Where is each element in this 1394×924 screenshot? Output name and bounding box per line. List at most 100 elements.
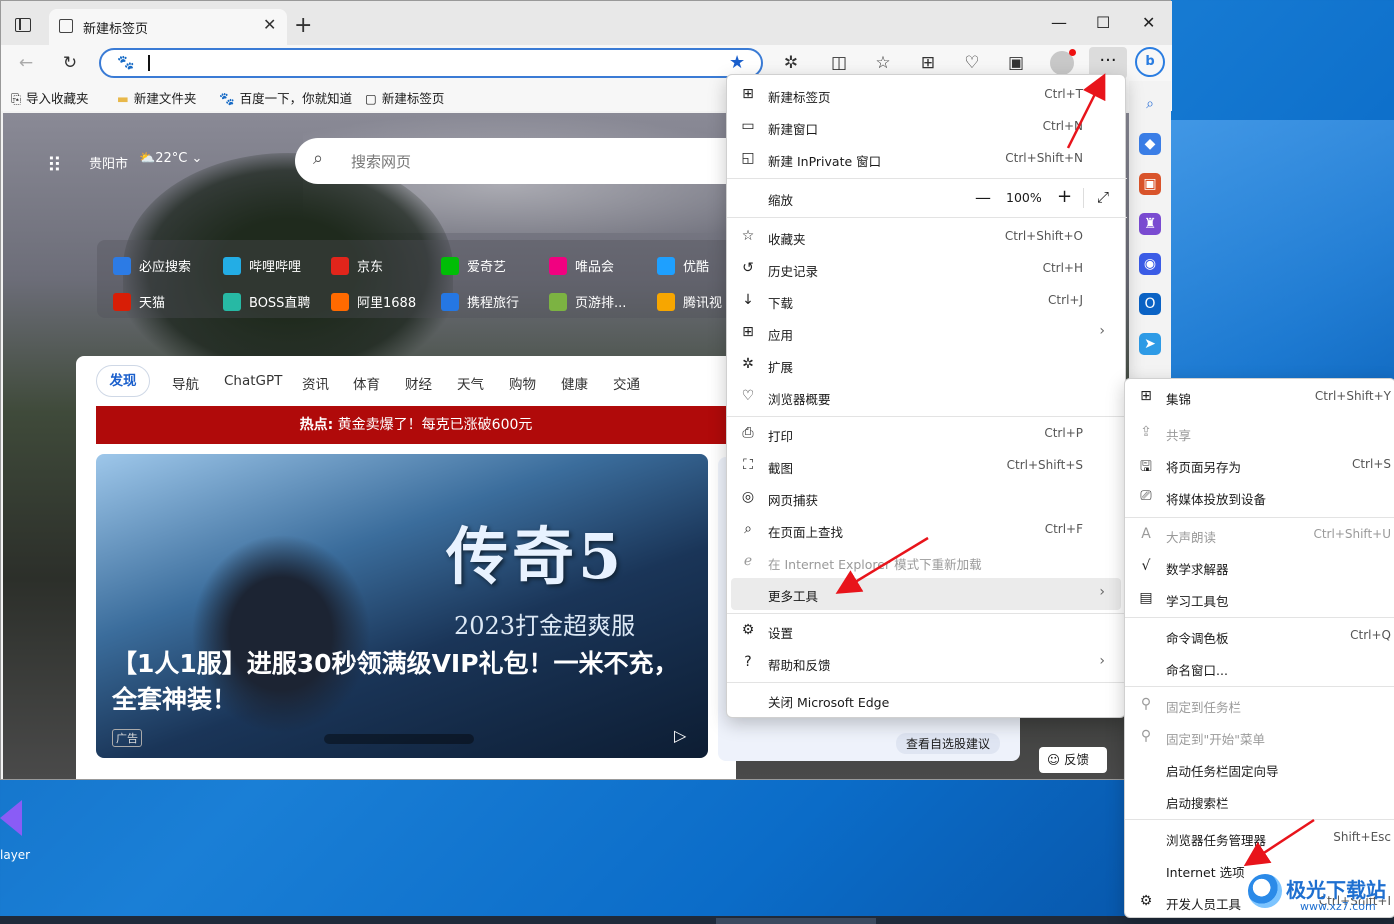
menu-downloads[interactable]: ↓ 下载 Ctrl+J <box>731 285 1121 317</box>
quick-link[interactable]: 腾讯视 <box>657 292 722 311</box>
bookmark-new-tab[interactable]: ▢ 新建标签页 <box>365 88 444 107</box>
sidebar-tools-icon[interactable]: ▣ <box>1139 173 1161 195</box>
bing-copilot-icon[interactable]: b <box>1135 47 1165 77</box>
menu-help[interactable]: ? 帮助和反馈 › <box>731 647 1121 679</box>
menu-find[interactable]: ⌕ 在页面上查找 Ctrl+F <box>731 514 1121 546</box>
feedback-button[interactable]: ☺ 反馈 <box>1039 747 1107 773</box>
menu-close-edge[interactable]: 关闭 Microsoft Edge <box>731 684 1121 716</box>
tab-actions-icon[interactable] <box>15 18 31 32</box>
ad-card[interactable]: 传奇5 2023打金超爽服 【1人1服】进服30秒领满级VIP礼包！一米不充，全… <box>96 454 708 758</box>
quick-link[interactable]: 携程旅行 <box>441 292 519 311</box>
menu-print[interactable]: ⎙ 打印 Ctrl+P <box>731 418 1121 450</box>
avatar[interactable] <box>1050 49 1076 75</box>
submenu-command-palette[interactable]: 命令调色板 Ctrl+Q <box>1129 620 1394 652</box>
menu-history[interactable]: ↺ 历史记录 Ctrl+H <box>731 253 1121 285</box>
menu-new-tab[interactable]: ⊞ 新建标签页 Ctrl+T <box>731 79 1121 111</box>
collections-icon[interactable]: ⊞ <box>917 53 939 73</box>
address-bar[interactable]: 🐾 ★ <box>99 48 763 78</box>
submenu-collections[interactable]: ⊞ 集锦 Ctrl+Shift+Y <box>1129 381 1394 413</box>
zoom-in-button[interactable]: + <box>1057 186 1072 207</box>
sidebar-outlook-icon[interactable]: O <box>1139 293 1161 315</box>
menu-ie-mode: ℯ在 Internet Explorer 模式下重新加载 <box>731 546 1121 578</box>
sidebar-games-icon[interactable]: ♜ <box>1139 213 1161 235</box>
quick-link[interactable]: 优酷 <box>657 256 709 275</box>
desktop-app-icon[interactable]: layer <box>0 796 40 866</box>
play-icon[interactable]: ▷ <box>674 726 686 745</box>
submenu-task-manager[interactable]: 浏览器任务管理器 Shift+Esc <box>1129 822 1394 854</box>
menu-zoom: 缩放 — 100% + ⤢ <box>768 186 1110 208</box>
zoom-out-button[interactable]: — <box>975 188 991 207</box>
weather-widget[interactable]: ⛅22°C ⌄ <box>139 151 202 166</box>
submenu-learning-toolkit[interactable]: ▤ 学习工具包 <box>1129 583 1394 615</box>
sidebar-send-icon[interactable]: ➤ <box>1139 333 1161 355</box>
quick-link[interactable]: 爱奇艺 <box>441 256 506 275</box>
tab-new-tab[interactable]: 新建标签页 ✕ <box>49 9 287 45</box>
sidebar-search-icon[interactable]: ⌕ <box>1139 93 1161 115</box>
minimize-button[interactable]: — <box>1051 13 1067 32</box>
import-icon: ⎘ <box>11 91 22 106</box>
submenu-math-solver[interactable]: √ 数学求解器 <box>1129 551 1394 583</box>
tab-close-icon[interactable]: ✕ <box>263 15 276 34</box>
close-window-button[interactable]: ✕ <box>1142 13 1155 32</box>
stock-advice-button[interactable]: 查看自选股建议 <box>896 733 1001 754</box>
apps-icon: ⊞ <box>742 324 754 340</box>
sidebar-office-icon[interactable]: ◉ <box>1139 253 1161 275</box>
feed-tab[interactable]: 财经 <box>405 373 432 393</box>
bookmark-folder[interactable]: ▬ 新建文件夹 <box>117 88 196 107</box>
quick-link[interactable]: 京东 <box>331 256 383 275</box>
fullscreen-icon[interactable]: ⤢ <box>1097 188 1109 206</box>
bookmark-baidu[interactable]: 🐾 百度一下，你就知道 <box>219 88 352 107</box>
menu-web-capture[interactable]: ◎ 网页捕获 <box>731 482 1121 514</box>
menu-extensions[interactable]: ✲ 扩展 <box>731 349 1121 381</box>
feed-tab[interactable]: 导航 <box>172 373 199 393</box>
feed-tab[interactable]: 购物 <box>509 373 536 393</box>
submenu-cast[interactable]: ⎚ 将媒体投放到设备 <box>1129 481 1394 513</box>
page-search-box[interactable]: ⌕ 搜索网页 <box>295 138 755 184</box>
favorites-icon[interactable]: ☆ <box>872 53 894 73</box>
feed-tab[interactable]: 交通 <box>613 373 640 393</box>
quick-link[interactable]: 哔哩哔哩 <box>223 256 301 275</box>
submenu-taskbar-wizard[interactable]: 启动任务栏固定向导 <box>1129 753 1394 785</box>
submenu-search-bar[interactable]: 启动搜索栏 <box>1129 785 1394 817</box>
browser-essentials-icon[interactable]: ▣ <box>1005 53 1027 73</box>
bookmark-import[interactable]: ⎘ 导入收藏夹 <box>11 88 89 107</box>
menu-more-tools[interactable]: 更多工具 › <box>731 578 1121 610</box>
menu-apps[interactable]: ⊞ 应用 › <box>731 317 1121 349</box>
maximize-button[interactable]: ☐ <box>1096 13 1110 32</box>
feed-tab[interactable]: 资讯 <box>302 373 329 393</box>
quick-link[interactable]: 阿里1688 <box>331 292 416 311</box>
back-button[interactable]: ← <box>15 53 37 73</box>
city-label[interactable]: 贵阳市 <box>89 153 128 172</box>
carousel-dots[interactable] <box>324 734 474 744</box>
refresh-button[interactable]: ↻ <box>59 53 81 73</box>
quick-link[interactable]: 必应搜索 <box>113 256 191 275</box>
new-tab-button[interactable]: + <box>294 13 312 38</box>
menu-new-window[interactable]: ▭ 新建窗口 Ctrl+N <box>731 111 1121 143</box>
apps-grid-icon[interactable]: ⠿ <box>47 153 63 177</box>
menu-settings[interactable]: ⚙ 设置 <box>731 615 1121 647</box>
screenshot-icon: ⛶ <box>743 457 753 473</box>
hot-news-banner[interactable]: 热点: 黄金卖爆了！每克已涨破600元 <box>96 406 736 444</box>
feed-tab[interactable]: ChatGPT <box>224 373 282 389</box>
sidebar-shopping-icon[interactable]: ◆ <box>1139 133 1161 155</box>
inprivate-icon: ◱ <box>741 150 755 166</box>
menu-essentials[interactable]: ♡ 浏览器概要 <box>731 381 1121 413</box>
feed-tab[interactable]: 天气 <box>457 373 484 393</box>
quick-link[interactable]: 页游排... <box>549 292 626 311</box>
feed-tab-active[interactable]: 发现 <box>96 365 150 397</box>
extensions-icon[interactable]: ✲ <box>780 53 802 73</box>
quick-link[interactable]: 唯品会 <box>549 256 614 275</box>
menu-screenshot[interactable]: ⛶ 截图 Ctrl+Shift+S <box>731 450 1121 482</box>
feed-tab[interactable]: 健康 <box>561 373 588 393</box>
ad-headline[interactable]: 【1人1服】进服30秒领满级VIP礼包！一米不充，全套神装！ <box>112 646 682 718</box>
split-screen-icon[interactable]: ◫ <box>828 53 850 73</box>
favorite-star-icon[interactable]: ★ <box>729 52 745 73</box>
feed-tab[interactable]: 体育 <box>353 373 380 393</box>
menu-new-inprivate[interactable]: ◱ 新建 InPrivate 窗口 Ctrl+Shift+N <box>731 143 1121 175</box>
menu-favorites[interactable]: ☆ 收藏夹 Ctrl+Shift+O <box>731 221 1121 253</box>
quick-link[interactable]: BOSS直聘 <box>223 292 310 311</box>
health-icon[interactable]: ♡ <box>961 53 983 73</box>
submenu-save-page[interactable]: 🖫 将页面另存为 Ctrl+S <box>1129 449 1394 481</box>
quick-link[interactable]: 天猫 <box>113 292 165 311</box>
submenu-name-window[interactable]: 命名窗口... <box>1129 652 1394 684</box>
